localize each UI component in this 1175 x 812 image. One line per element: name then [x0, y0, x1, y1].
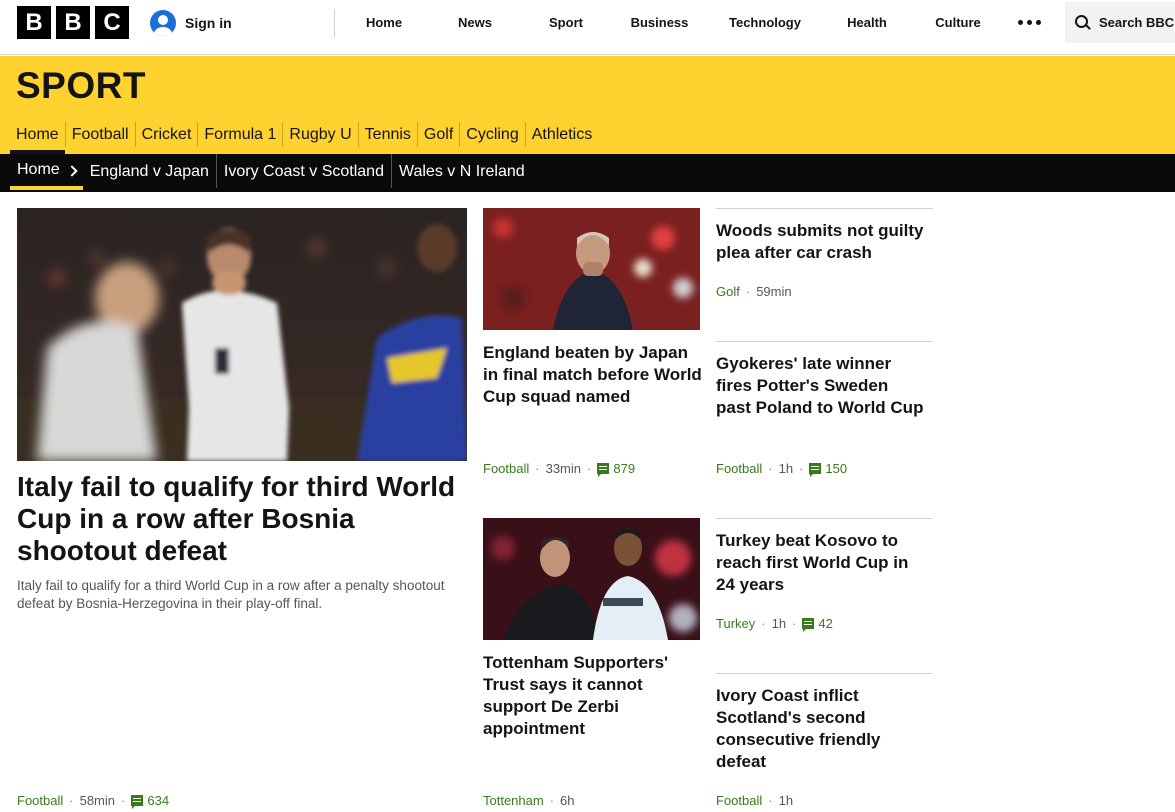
- header-divider: [334, 9, 335, 37]
- meta-separator: ·: [745, 284, 751, 299]
- main-nav: Home News Sport Business Technology Heal…: [345, 0, 998, 45]
- story-meta: Turkey · 1h · 42: [716, 616, 833, 632]
- story-divider: [716, 518, 933, 519]
- subnav-item[interactable]: Wales v N Ireland: [390, 154, 532, 188]
- nav-culture[interactable]: Culture: [918, 0, 998, 45]
- logo-letter: B: [56, 6, 90, 39]
- bbc-logo[interactable]: B B C: [17, 6, 129, 39]
- comments-link[interactable]: 150: [809, 461, 848, 477]
- story-time: 1h: [778, 793, 794, 808]
- comment-count: 150: [825, 461, 848, 476]
- story-time: 1h: [778, 461, 794, 476]
- story-divider: [716, 208, 933, 209]
- sport-nav-formula1[interactable]: Formula 1: [197, 122, 282, 147]
- meta-separator: ·: [535, 461, 540, 476]
- sport-nav-tennis[interactable]: Tennis: [357, 122, 417, 147]
- story-headline[interactable]: Turkey beat Kosovo to reach first World …: [716, 530, 931, 596]
- search-button[interactable]: Search BBC: [1065, 2, 1175, 43]
- more-menu-icon[interactable]: [1018, 20, 1041, 25]
- story-meta: Football · 33min · 879: [483, 461, 636, 477]
- nav-business[interactable]: Business: [605, 0, 714, 45]
- comment-icon: [809, 463, 822, 477]
- comments-link[interactable]: 42: [802, 616, 833, 632]
- meta-separator: ·: [792, 616, 797, 631]
- sport-nav-cricket[interactable]: Cricket: [134, 122, 198, 147]
- story-topic-link[interactable]: Tottenham: [483, 793, 544, 808]
- sport-section-header: SPORT Home Football Cricket Formula 1 Ru…: [0, 56, 1175, 154]
- story-time: 33min: [545, 461, 582, 476]
- lead-story-summary: Italy fail to qualify for a third World …: [17, 578, 445, 611]
- chevron-right-icon: [66, 164, 78, 177]
- meta-separator: ·: [768, 793, 773, 808]
- story-time: 58min: [79, 793, 116, 808]
- story-time: 59min: [756, 284, 792, 299]
- lead-story-image[interactable]: [17, 208, 467, 461]
- sport-nav-cycling[interactable]: Cycling: [459, 122, 524, 147]
- sport-nav-home[interactable]: Home: [10, 122, 65, 154]
- sport-nav-football[interactable]: Football: [64, 122, 135, 147]
- meta-separator: ·: [69, 793, 74, 808]
- story-topic-link[interactable]: Turkey: [716, 616, 755, 631]
- story-headline[interactable]: Ivory Coast inflict Scotland's second co…: [716, 685, 916, 773]
- story-headline[interactable]: Tottenham Supporters' Trust says it cann…: [483, 652, 703, 740]
- story-meta: Football · 1h · 150: [716, 461, 848, 477]
- story-time: 6h: [560, 793, 575, 808]
- nav-news[interactable]: News: [423, 0, 527, 45]
- story-meta: Golf · 59min: [716, 284, 792, 299]
- sport-nav-golf[interactable]: Golf: [416, 122, 459, 147]
- nav-sport[interactable]: Sport: [527, 0, 605, 45]
- sport-nav: Home Football Cricket Formula 1 Rugby U …: [10, 122, 598, 154]
- meta-separator: ·: [549, 793, 555, 808]
- subnav-item[interactable]: Ivory Coast v Scotland: [215, 154, 391, 188]
- story-headline[interactable]: Woods submits not guilty plea after car …: [716, 220, 938, 264]
- sport-title[interactable]: SPORT: [16, 65, 146, 107]
- meta-separator: ·: [768, 461, 773, 476]
- sport-nav-rugby-union[interactable]: Rugby U: [282, 122, 357, 147]
- nav-home[interactable]: Home: [345, 0, 423, 45]
- comments-link[interactable]: 879: [597, 461, 636, 477]
- story-topic-link[interactable]: Football: [716, 461, 762, 476]
- meta-separator: ·: [761, 616, 766, 631]
- subnav-item[interactable]: England v Japan: [83, 154, 216, 188]
- story-time: 1h: [771, 616, 787, 631]
- logo-letter: B: [17, 6, 51, 39]
- search-label: Search BBC: [1099, 15, 1175, 30]
- meta-separator: ·: [121, 793, 126, 808]
- lead-story-meta: Football · 58min · 634: [17, 793, 170, 809]
- meta-separator: ·: [587, 461, 592, 476]
- subnav-home-label: Home: [17, 161, 60, 178]
- nav-technology[interactable]: Technology: [714, 0, 816, 45]
- logo-letter: C: [95, 6, 129, 39]
- story-meta: Football · 1h: [716, 793, 793, 808]
- sport-nav-athletics[interactable]: Athletics: [524, 122, 598, 147]
- comment-icon: [597, 463, 610, 477]
- story-divider: [716, 341, 933, 342]
- meta-separator: ·: [799, 461, 804, 476]
- comment-count: 42: [818, 616, 833, 631]
- story-image[interactable]: [483, 518, 700, 640]
- story-headline[interactable]: England beaten by Japan in final match b…: [483, 342, 703, 408]
- sign-in-link[interactable]: Sign in: [150, 10, 232, 36]
- story-divider: [716, 673, 933, 674]
- comments-link[interactable]: 634: [131, 793, 170, 809]
- sign-in-label: Sign in: [185, 15, 232, 31]
- story-topic-link[interactable]: Football: [483, 461, 529, 476]
- subnav-home[interactable]: Home: [10, 154, 83, 190]
- story-topic-link[interactable]: Football: [716, 793, 762, 808]
- comment-count: 879: [613, 461, 636, 476]
- comment-icon: [131, 795, 144, 809]
- story-meta: Tottenham · 6h: [483, 793, 575, 808]
- story-topic-link[interactable]: Golf: [716, 284, 740, 299]
- comment-count: 634: [147, 793, 170, 808]
- user-account-icon: [150, 10, 176, 36]
- nav-health[interactable]: Health: [816, 0, 918, 45]
- search-icon: [1075, 14, 1091, 31]
- story-image[interactable]: [483, 208, 700, 330]
- lead-story-headline[interactable]: Italy fail to qualify for third World Cu…: [17, 471, 467, 567]
- sub-nav: Home England v Japan Ivory Coast v Scotl…: [0, 154, 1175, 192]
- global-header: B B C Sign in Home News Sport Business T…: [0, 0, 1175, 55]
- story-headline[interactable]: Gyokeres' late winner fires Potter's Swe…: [716, 353, 926, 419]
- comment-icon: [802, 618, 815, 632]
- story-topic-link[interactable]: Football: [17, 793, 63, 808]
